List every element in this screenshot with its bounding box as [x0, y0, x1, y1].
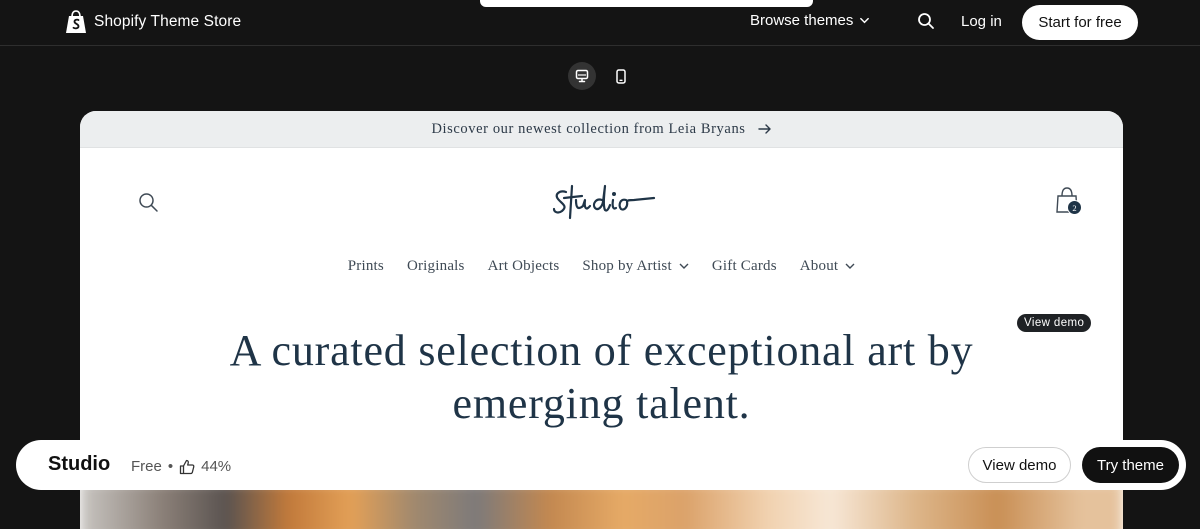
mobile-view-toggle[interactable]	[607, 62, 635, 90]
browse-themes-menu[interactable]: Browse themes	[750, 12, 870, 29]
store-search-icon[interactable]	[138, 192, 159, 213]
cart-count-badge: 2	[1067, 200, 1082, 215]
theme-rating: 44%	[201, 458, 232, 475]
nav-label: Originals	[406, 258, 465, 274]
desktop-icon	[575, 69, 589, 83]
nav-label: Gift Cards	[711, 258, 777, 274]
chevron-down-icon	[845, 263, 855, 269]
theme-name: Studio	[48, 453, 111, 475]
try-theme-button[interactable]: Try theme	[1082, 447, 1179, 483]
start-for-free-button[interactable]: Start for free	[1022, 5, 1138, 40]
nav-label: Prints	[347, 258, 384, 274]
thumbs-up-icon	[179, 459, 195, 474]
brand-name: Shopify Theme Store	[94, 13, 242, 30]
browse-themes-label: Browse themes	[750, 12, 854, 29]
theme-info-bar: Studio Free • 44% View demo Try theme	[16, 440, 1186, 490]
meta-separator: •	[167, 458, 174, 475]
nav-item-gift-cards[interactable]: Gift Cards	[712, 258, 777, 275]
nav-label: Art Objects	[487, 258, 560, 274]
view-demo-button[interactable]: View demo	[968, 447, 1071, 483]
studio-logo[interactable]	[550, 178, 660, 228]
nav-label: About	[799, 258, 839, 274]
nav-item-shop-by-artist[interactable]: Shop by Artist	[582, 258, 689, 275]
nav-item-prints[interactable]: Prints	[348, 258, 384, 275]
shopify-logo[interactable]: Shopify Theme Store	[65, 10, 241, 34]
nav-label: Shop by Artist	[582, 258, 672, 274]
hero-line-2: emerging talent.	[452, 379, 751, 428]
chevron-down-icon	[860, 17, 870, 24]
shopify-bag-icon	[66, 10, 86, 33]
announcement-bar[interactable]: Discover our newest collection from Leia…	[80, 111, 1123, 148]
announcement-text: Discover our newest collection from Leia…	[431, 120, 746, 137]
nav-item-about[interactable]: About	[800, 258, 856, 275]
hero-heading: A curated selection of exceptional art b…	[80, 324, 1123, 430]
search-icon[interactable]	[917, 12, 935, 30]
theme-meta: Free • 44%	[131, 458, 231, 475]
nav-item-originals[interactable]: Originals	[407, 258, 465, 275]
mobile-icon	[616, 68, 626, 84]
login-link[interactable]: Log in	[961, 13, 1002, 30]
search-overlay-edge	[480, 0, 813, 7]
store-nav: Prints Originals Art Objects Shop by Art…	[80, 258, 1123, 275]
nav-item-art-objects[interactable]: Art Objects	[488, 258, 560, 275]
desktop-view-toggle[interactable]	[568, 62, 596, 90]
hero-line-1: A curated selection of exceptional art b…	[229, 326, 974, 375]
top-nav: Shopify Theme Store Browse themes Log in…	[0, 0, 1200, 46]
arrow-right-icon	[757, 124, 771, 134]
theme-price: Free	[131, 458, 162, 475]
chevron-down-icon	[679, 263, 689, 269]
